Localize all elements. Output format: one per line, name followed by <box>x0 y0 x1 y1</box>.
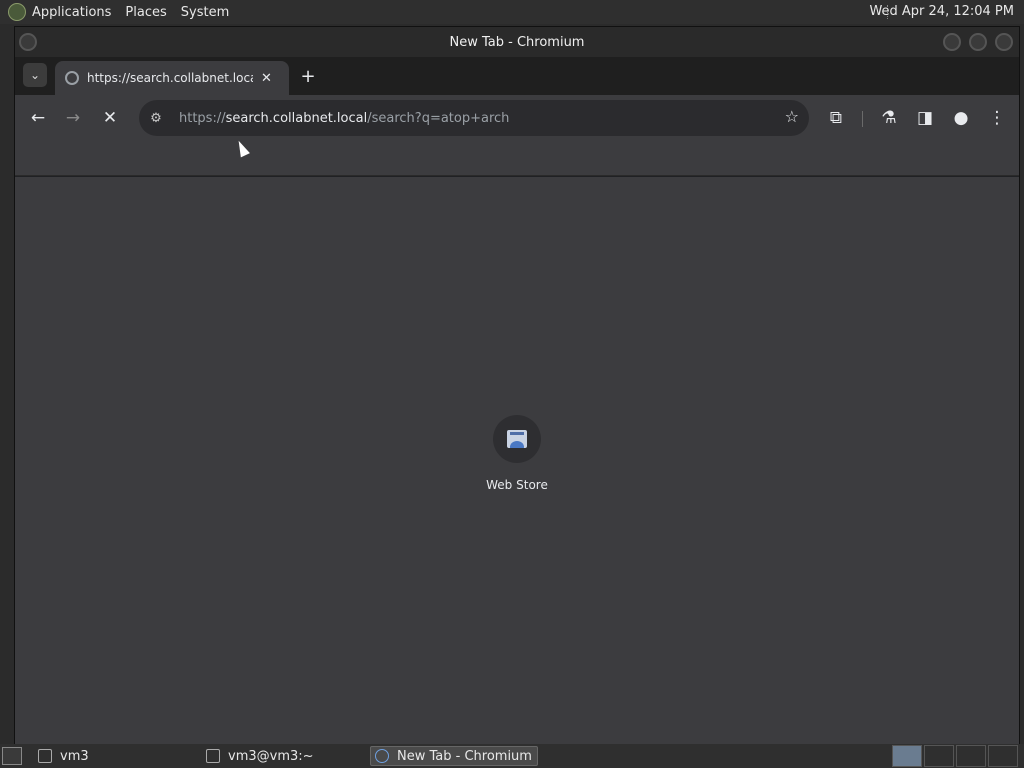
plus-icon: + <box>300 65 316 87</box>
side-panel-icon: ◨ <box>916 108 934 128</box>
stop-loading-button[interactable]: ✕ <box>99 107 121 129</box>
window-menu-button[interactable] <box>19 33 37 51</box>
url-scheme: https:// <box>179 110 226 126</box>
url-path: /search?q=atop+arch <box>367 110 510 126</box>
taskbar-item-label: New Tab - Chromium <box>397 748 532 764</box>
tab-title: https://search.collabnet.local <box>87 71 253 85</box>
new-tab-page: Web Store <box>15 177 1019 744</box>
url-text[interactable]: https://search.collabnet.local/search?q=… <box>179 111 509 126</box>
applications-menu[interactable]: Applications <box>32 5 111 20</box>
labs-button[interactable]: ⚗ <box>878 107 900 129</box>
show-desktop-button[interactable] <box>2 747 22 765</box>
window-titlebar[interactable]: New Tab - Chromium <box>15 27 1019 57</box>
tab-strip: ⌄ https://search.collabnet.local ✕ + <box>15 57 1019 95</box>
minimize-button[interactable] <box>943 33 961 51</box>
puzzle-icon: ⧉ <box>829 108 843 128</box>
maximize-button[interactable] <box>969 33 987 51</box>
close-window-button[interactable] <box>995 33 1013 51</box>
taskbar-item-label: vm3 <box>60 748 89 764</box>
address-bar[interactable]: ⚙ https://search.collabnet.local/search?… <box>139 100 809 136</box>
chevron-down-icon: ⌄ <box>29 68 41 82</box>
extensions-button[interactable]: ⧉ <box>825 107 847 129</box>
kebab-menu-icon: ⋮ <box>988 108 1006 128</box>
tab-search-button[interactable]: ⌄ <box>23 63 47 87</box>
bookmark-star-icon[interactable]: ☆ <box>785 107 799 126</box>
workspace-4[interactable] <box>988 745 1018 767</box>
browser-toolbar: ← → ✕ ⚙ https://search.collabnet.local/s… <box>15 95 1019 141</box>
taskbar-item-terminal[interactable]: vm3@vm3:~ <box>206 746 366 766</box>
system-menu[interactable]: System <box>181 5 229 20</box>
shortcut-label: Web Store <box>486 478 548 492</box>
places-menu[interactable]: Places <box>125 5 166 20</box>
back-button[interactable]: ← <box>27 107 49 129</box>
window-title: New Tab - Chromium <box>449 34 585 50</box>
toolbar-divider <box>862 111 863 127</box>
arrow-left-icon: ← <box>30 108 46 128</box>
browser-window: New Tab - Chromium ⌄ https://search.coll… <box>14 26 1020 744</box>
home-folder-icon <box>38 749 52 763</box>
profile-button[interactable]: ● <box>950 107 972 129</box>
shortcut-tile[interactable] <box>493 415 541 463</box>
workspace-2[interactable] <box>924 745 954 767</box>
bookmarks-bar <box>15 141 1019 176</box>
new-tab-button[interactable]: + <box>297 65 319 87</box>
chromium-icon <box>375 749 389 763</box>
distro-logo-icon[interactable] <box>8 3 26 21</box>
close-tab-icon[interactable]: ✕ <box>261 71 272 86</box>
site-settings-icon[interactable]: ⚙ <box>145 107 167 129</box>
terminal-icon <box>206 749 220 763</box>
globe-icon <box>65 71 79 85</box>
browser-menu-button[interactable]: ⋮ <box>986 107 1008 129</box>
flask-icon: ⚗ <box>881 108 897 128</box>
web-store-icon <box>507 430 527 448</box>
url-host: search.collabnet.local <box>225 110 368 126</box>
workspace-1[interactable] <box>892 745 922 767</box>
clock[interactable]: Wed Apr 24, 12:04 PM <box>869 4 1014 19</box>
side-panel-button[interactable]: ◨ <box>914 107 936 129</box>
tab-active[interactable]: https://search.collabnet.local ✕ <box>55 61 289 95</box>
taskbar-item-label: vm3@vm3:~ <box>228 748 314 764</box>
taskbar-item-chromium[interactable]: New Tab - Chromium <box>370 746 538 766</box>
close-icon: ✕ <box>102 108 118 128</box>
shortcut-web-store[interactable]: Web Store <box>473 415 561 492</box>
arrow-right-icon: → <box>65 108 81 128</box>
top-panel: Applications Places System Wed Apr 24, 1… <box>0 0 1024 24</box>
avatar-icon: ● <box>953 108 969 128</box>
bottom-taskbar: vm3 vm3@vm3:~ New Tab - Chromium <box>0 744 1024 768</box>
forward-button[interactable]: → <box>62 107 84 129</box>
taskbar-item-home[interactable]: vm3 <box>38 746 198 766</box>
workspace-3[interactable] <box>956 745 986 767</box>
